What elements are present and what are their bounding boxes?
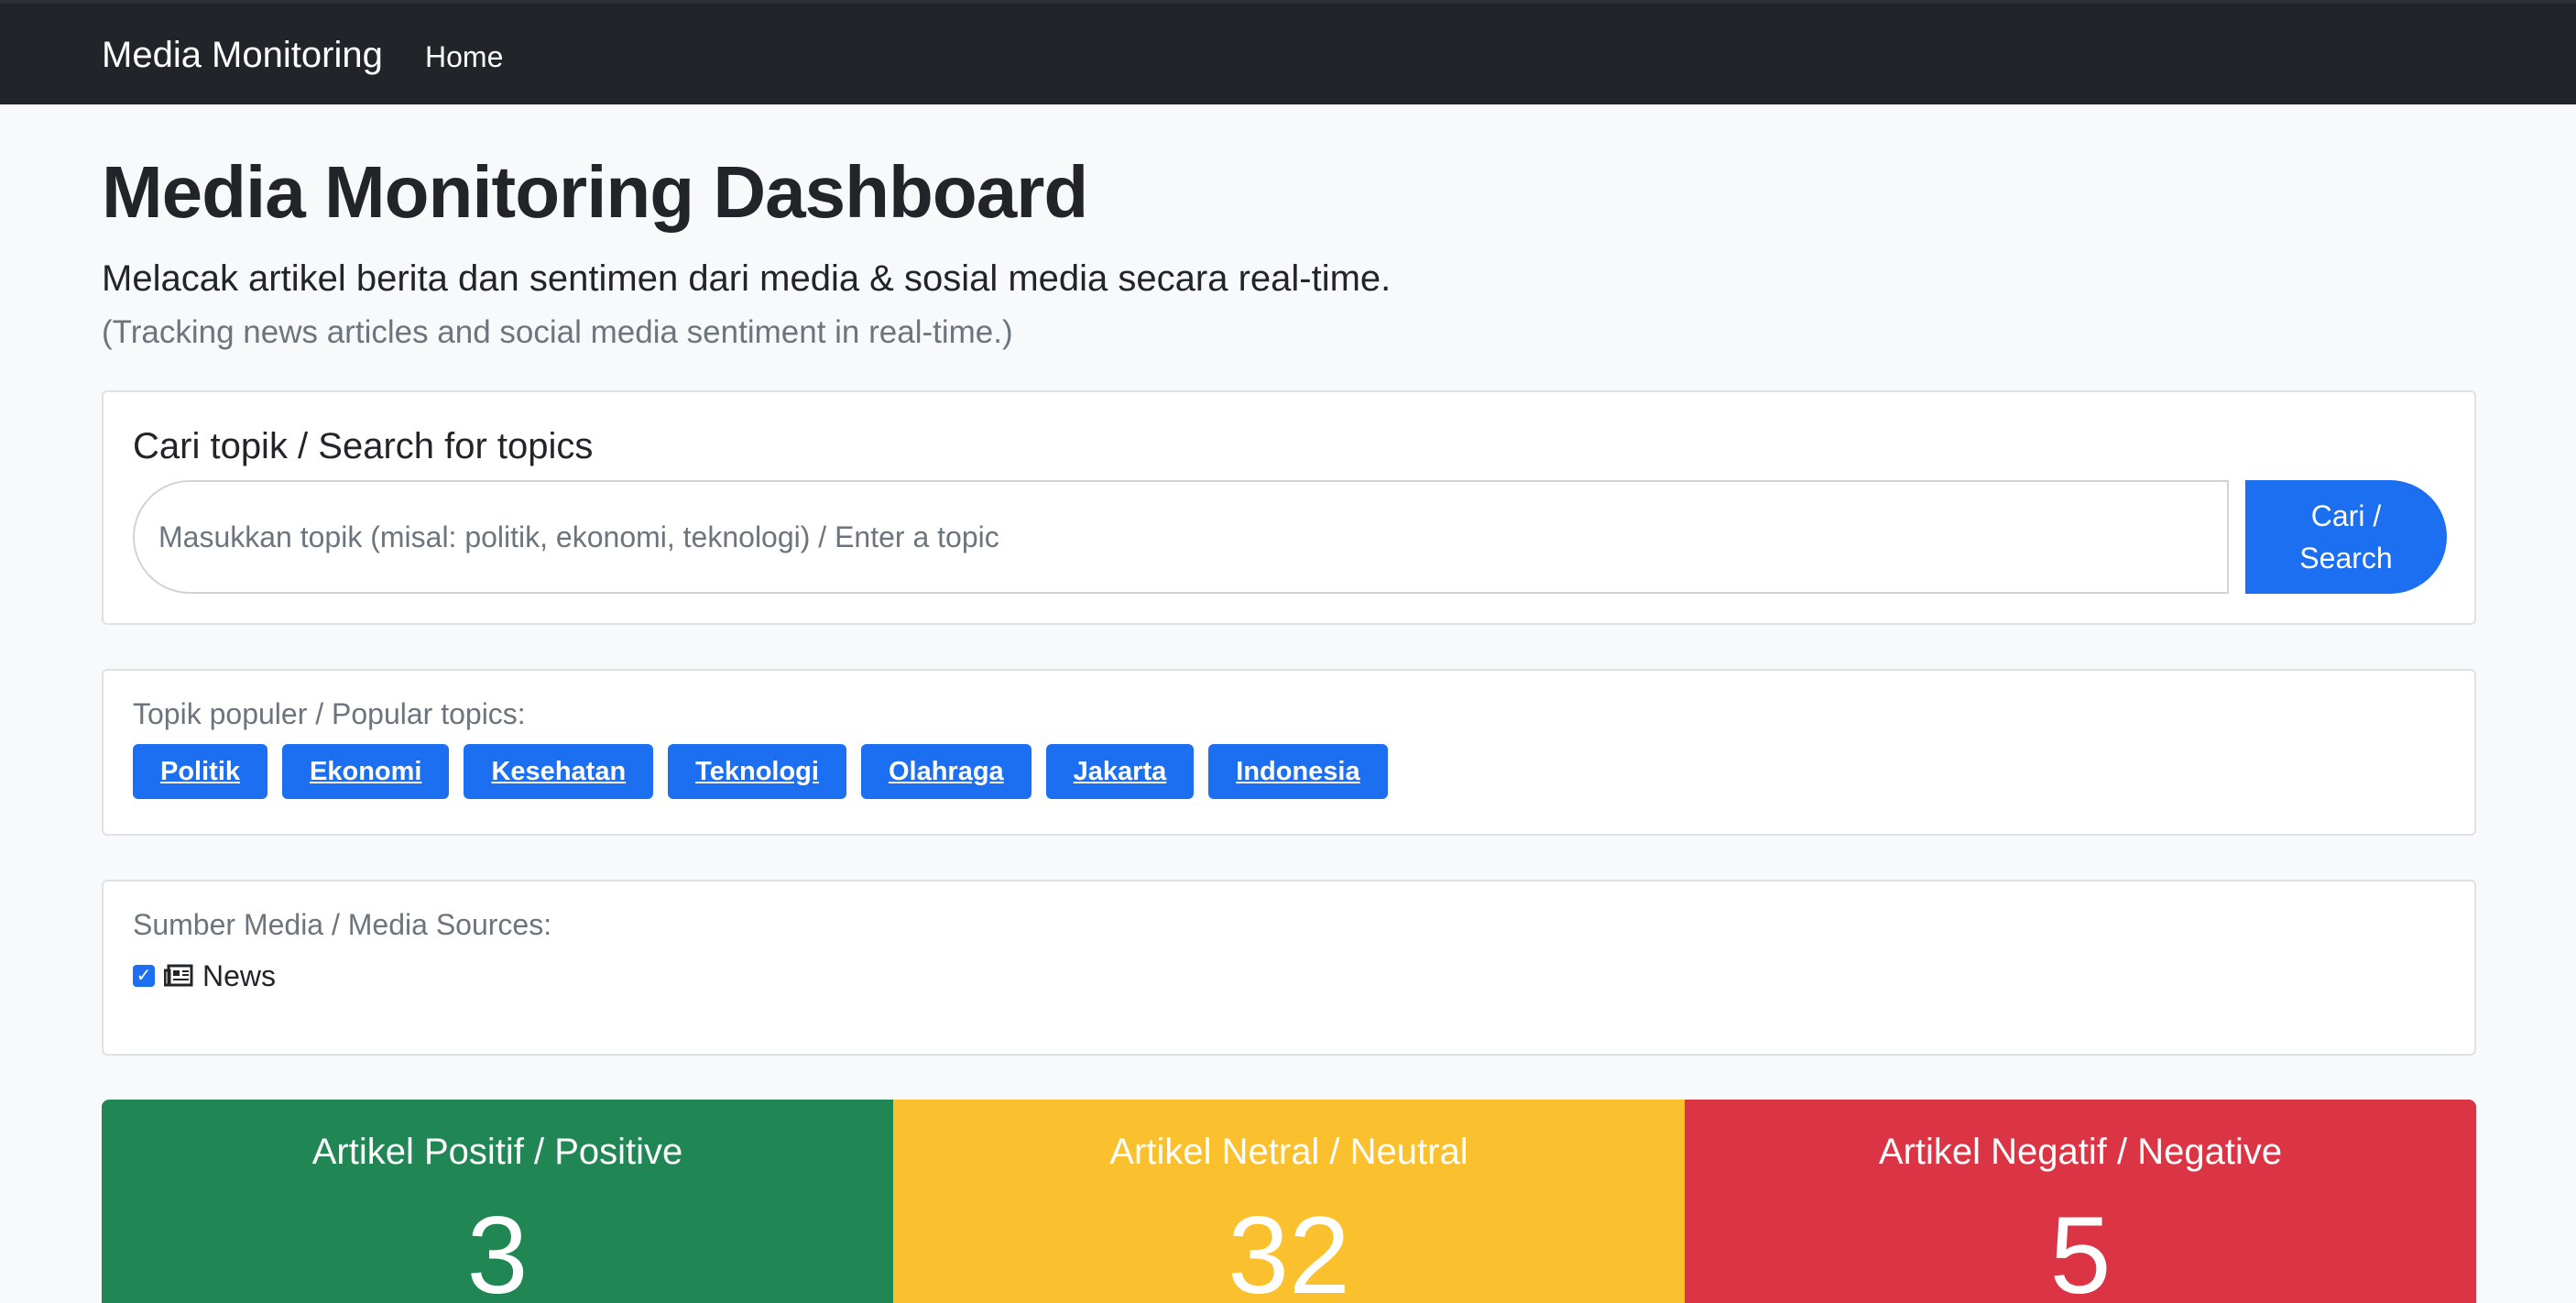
topic-button-teknologi[interactable]: Teknologi — [668, 744, 846, 799]
popular-topics-label: Topik populer / Popular topics: — [133, 697, 526, 730]
newspaper-icon — [164, 964, 193, 987]
neutral-articles-count: 32 — [1228, 1194, 1350, 1303]
media-sources-label: Sumber Media / Media Sources: — [133, 908, 552, 941]
negative-articles-count: 5 — [2049, 1194, 2112, 1303]
topic-button-jakarta[interactable]: Jakarta — [1045, 744, 1195, 799]
search-input[interactable] — [133, 480, 2229, 594]
page-subtitle-english: (Tracking news articles and social media… — [102, 314, 1013, 350]
search-button-label-line1: Cari / — [2310, 499, 2382, 532]
navbar-brand[interactable]: Media Monitoring — [102, 31, 383, 79]
popular-topics-list: Politik Ekonomi Kesehatan Teknologi Olah… — [133, 744, 1388, 799]
topic-button-indonesia[interactable]: Indonesia — [1208, 744, 1388, 799]
sentiment-stats: Artikel Positif / Positive 3 Artikel Net… — [102, 1100, 2476, 1303]
navbar: Media Monitoring Home — [0, 0, 2576, 104]
neutral-articles-title: Artikel Netral / Neutral — [1109, 1132, 1468, 1172]
popular-topics-card: Topik populer / Popular topics: Politik … — [102, 669, 2476, 836]
negative-articles-card: Artikel Negatif / Negative 5 — [1685, 1100, 2476, 1303]
search-button-label-line2: Search — [2299, 542, 2393, 575]
neutral-articles-card: Artikel Netral / Neutral 32 — [893, 1100, 1685, 1303]
topic-button-politik[interactable]: Politik — [133, 744, 268, 799]
positive-articles-card: Artikel Positif / Positive 3 — [102, 1100, 893, 1303]
positive-articles-count: 3 — [466, 1194, 529, 1303]
topic-button-kesehatan[interactable]: Kesehatan — [464, 744, 654, 799]
news-source-label: News — [202, 959, 277, 992]
search-title: Cari topik / Search for topics — [133, 426, 594, 466]
negative-articles-title: Artikel Negatif / Negative — [1878, 1132, 2283, 1172]
page-title: Media Monitoring Dashboard — [102, 151, 1088, 233]
search-card: Cari topik / Search for topics Cari / Se… — [102, 390, 2476, 625]
page-subtitle: Melacak artikel berita dan sentimen dari… — [102, 258, 1392, 299]
nav-link-home[interactable]: Home — [425, 38, 503, 75]
search-button[interactable]: Cari / Search — [2245, 480, 2447, 594]
news-checkbox[interactable]: ✓ — [133, 965, 155, 987]
topic-button-ekonomi[interactable]: Ekonomi — [282, 744, 450, 799]
source-news-option: ✓ News — [133, 957, 276, 995]
topic-button-olahraga[interactable]: Olahraga — [860, 744, 1031, 799]
positive-articles-title: Artikel Positif / Positive — [311, 1132, 683, 1172]
media-sources-card: Sumber Media / Media Sources: ✓ News — [102, 880, 2476, 1056]
